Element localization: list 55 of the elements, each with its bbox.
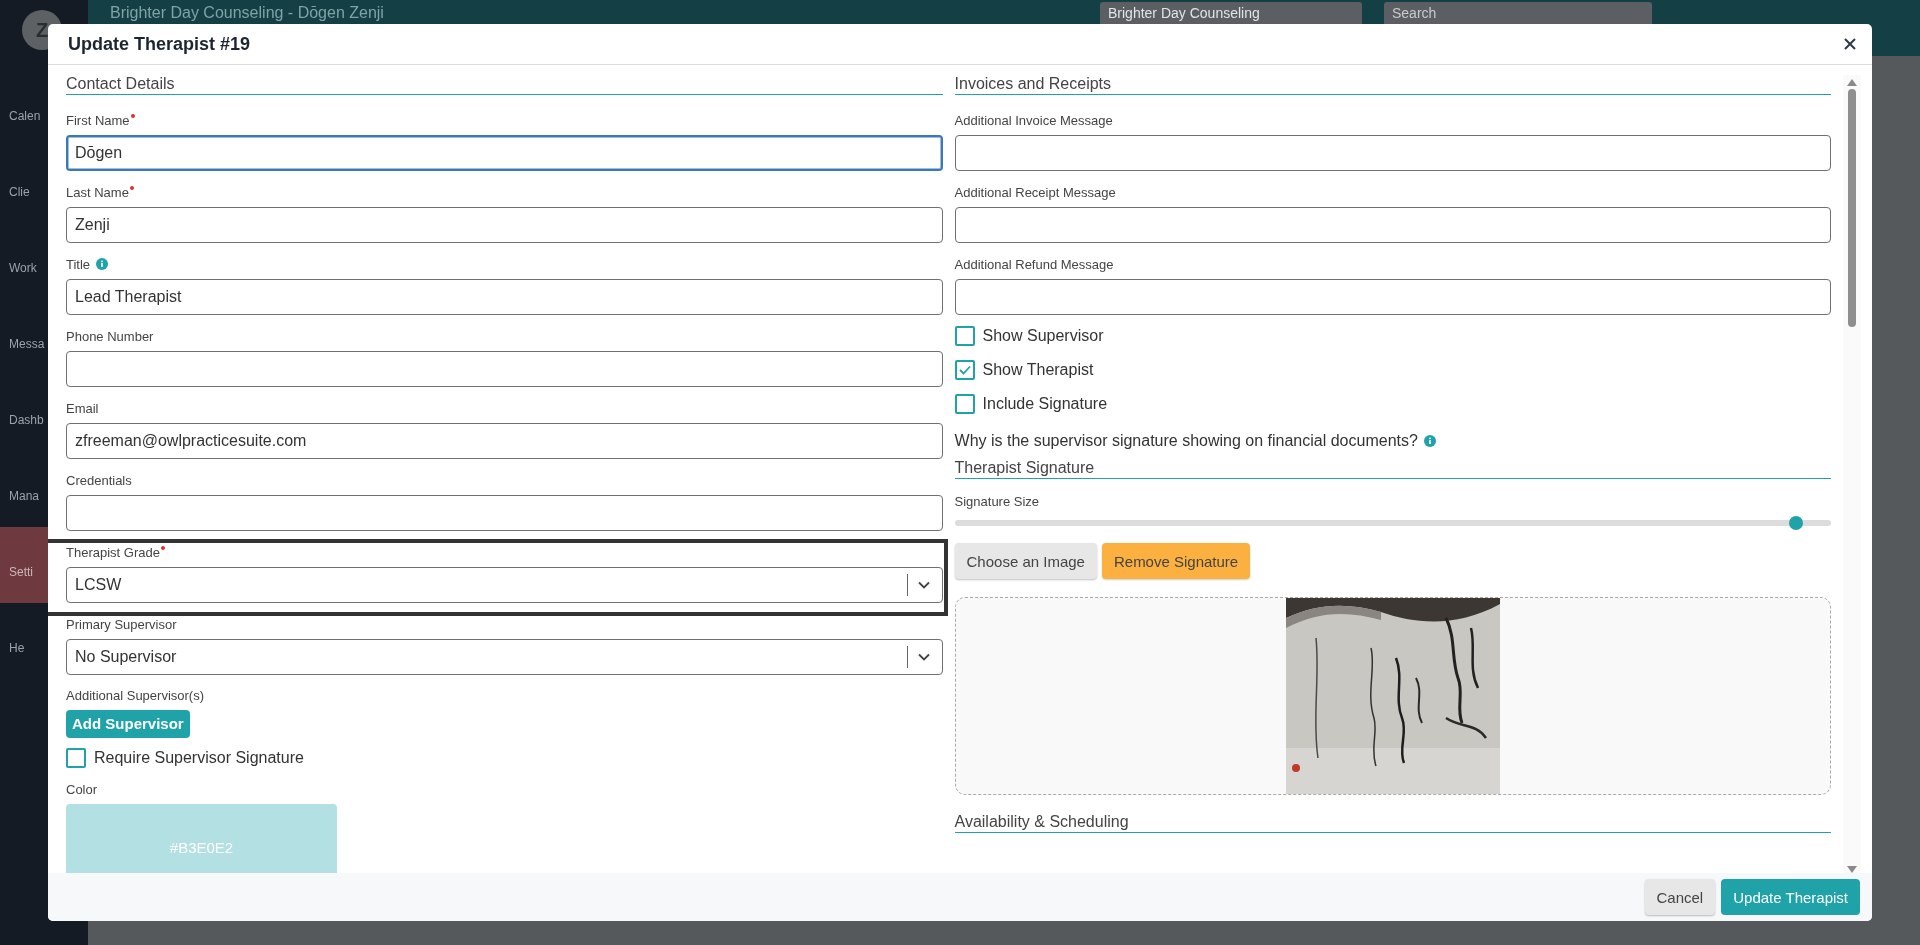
chevron-down-icon[interactable] (917, 653, 930, 661)
field-label: Additional Refund Message (954, 256, 1114, 272)
image-button[interactable]: Remove Signature (1101, 543, 1251, 579)
checkbox-label: Require Supervisor Signature (94, 748, 304, 767)
chevron-down-icon[interactable] (917, 581, 930, 589)
field-label: Title (66, 256, 91, 272)
field-label: Primary Supervisor (66, 616, 177, 632)
checkbox-label: Show Therapist (982, 361, 1094, 379)
section-heading: Therapist Signature (954, 459, 1832, 479)
field-label: Last Name (66, 184, 129, 200)
check-icon (958, 365, 971, 375)
input-field[interactable] (954, 135, 1832, 171)
section-heading: Availability & Scheduling (954, 813, 1832, 833)
checkbox[interactable] (954, 360, 975, 380)
help-text: Why is the supervisor signature showing on financial documents? (954, 432, 1418, 450)
dialog-button[interactable]: Cancel (1644, 879, 1716, 915)
input-field[interactable] (66, 351, 943, 387)
scroll-thumb[interactable] (1848, 89, 1856, 327)
input-field[interactable]: Lead Therapist (66, 279, 943, 315)
select-field[interactable]: LCSW (66, 567, 943, 603)
practice-select[interactable]: Brighter Day Counseling (1100, 2, 1362, 24)
checkbox[interactable] (954, 394, 975, 414)
checkbox[interactable] (66, 747, 86, 768)
field-label: Signature Size (954, 493, 1040, 509)
slider-thumb[interactable] (1789, 516, 1803, 530)
field-label: Phone Number (66, 328, 154, 344)
field-label: First Name (66, 112, 130, 128)
scroll-up-icon[interactable] (1847, 79, 1857, 86)
input-field[interactable]: Dōgen (66, 135, 943, 171)
image-button[interactable]: Choose an Image (954, 543, 1097, 579)
input-field[interactable]: zfreeman@owlpracticesuite.com (66, 423, 943, 459)
select-field[interactable]: No Supervisor (66, 639, 943, 675)
input-field[interactable] (954, 207, 1832, 243)
info-icon[interactable] (1423, 435, 1436, 447)
field-label: Additional Receipt Message (954, 184, 1116, 200)
search-field[interactable]: Search (1384, 2, 1652, 24)
field-label: Additional Invoice Message (954, 112, 1113, 128)
page-title: Brighter Day Counseling - Dōgen Zenji (110, 4, 385, 22)
close-icon[interactable] (1844, 38, 1856, 50)
info-icon[interactable] (96, 258, 109, 270)
dialog-title: Update Therapist #19 (68, 33, 251, 55)
input-field[interactable] (954, 279, 1832, 315)
checkbox-label: Show Supervisor (982, 327, 1104, 345)
field-label: Additional Supervisor(s) (66, 688, 204, 704)
field-label: Email (66, 400, 99, 416)
checkbox[interactable] (954, 326, 975, 346)
input-field[interactable]: Zenji (66, 207, 943, 243)
scrollbar[interactable] (1843, 75, 1861, 873)
input-field[interactable] (66, 495, 943, 531)
field-label: Credentials (66, 472, 132, 488)
section-heading: Invoices and Receipts (954, 75, 1832, 95)
image-dropzone[interactable] (954, 597, 1832, 795)
field-label: Color (66, 781, 98, 797)
section-heading: Contact Details (66, 75, 943, 95)
checkbox-label: Include Signature (982, 395, 1108, 413)
